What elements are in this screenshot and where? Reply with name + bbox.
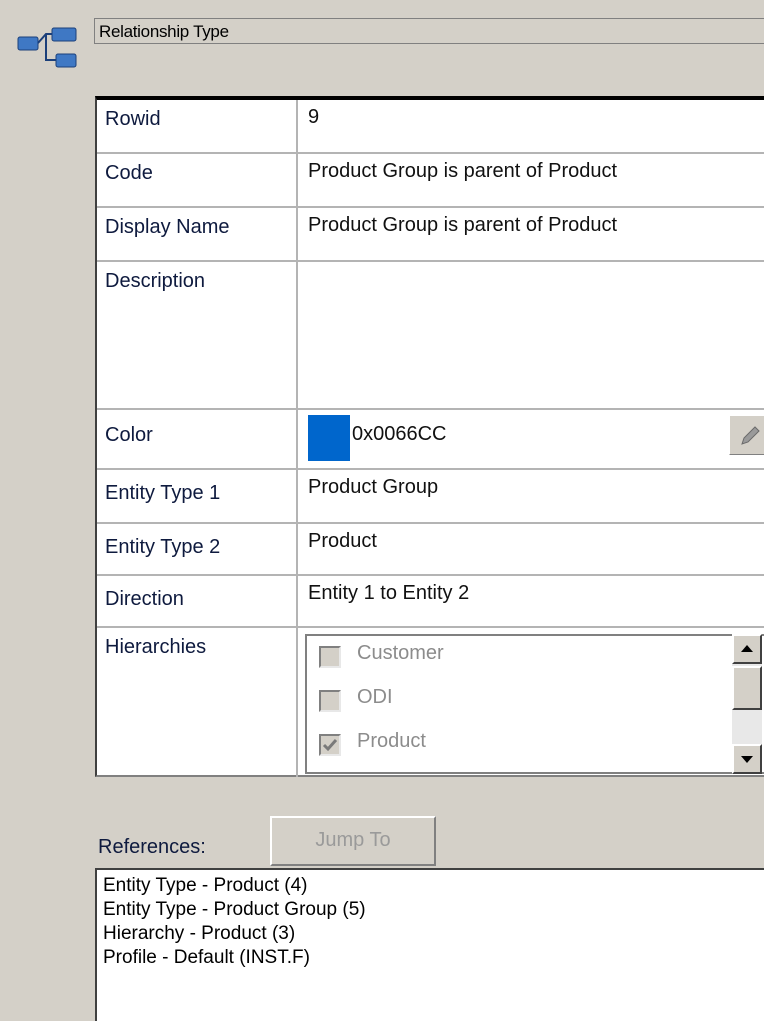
entity-type-1-label: Entity Type 1 — [97, 470, 298, 522]
list-item[interactable]: Entity Type - Product Group (5) — [103, 898, 764, 922]
arrow-down-icon — [741, 756, 753, 763]
display-name-value[interactable]: Product Group is parent of Product — [300, 208, 764, 260]
jump-to-button[interactable]: Jump To — [270, 816, 436, 866]
properties-table: Rowid 9 Code Product Group is parent of … — [95, 96, 764, 777]
hierarchies-label: Hierarchies — [97, 628, 298, 777]
page-title: Relationship Type — [94, 18, 764, 44]
entity-type-1-value[interactable]: Product Group — [300, 470, 764, 522]
code-label: Code — [97, 154, 298, 206]
entity-type-2-label: Entity Type 2 — [97, 524, 298, 574]
hierarchies-cell: Customer ODI Product — [300, 628, 764, 777]
property-row-direction: Direction Entity 1 to Entity 2 — [97, 576, 764, 628]
property-row-hierarchies: Hierarchies Customer ODI Product — [97, 628, 764, 777]
arrow-up-icon — [741, 645, 753, 652]
color-value: 0x0066CC — [352, 423, 447, 445]
pencil-icon — [741, 426, 760, 445]
edit-color-button[interactable] — [729, 415, 764, 455]
property-row-rowid: Rowid 9 — [97, 100, 764, 154]
property-row-color: Color 0x0066CC — [97, 410, 764, 470]
check-mark-icon — [322, 739, 338, 752]
hierarchy-item-label: Product — [357, 730, 426, 752]
rowid-label: Rowid — [97, 100, 298, 152]
checkbox[interactable] — [319, 646, 341, 668]
relationship-icon — [17, 27, 77, 68]
list-item[interactable]: Hierarchy - Product (3) — [103, 922, 764, 946]
list-item[interactable]: Profile - Default (INST.F) — [103, 946, 764, 970]
display-name-label: Display Name — [97, 208, 298, 260]
property-row-entity-type-1: Entity Type 1 Product Group — [97, 470, 764, 524]
color-cell[interactable]: 0x0066CC — [300, 410, 764, 468]
references-label: References: — [98, 836, 206, 858]
references-list[interactable]: Entity Type - Product (4) Entity Type - … — [95, 868, 764, 1021]
color-label: Color — [97, 410, 298, 468]
property-row-display-name: Display Name Product Group is parent of … — [97, 208, 764, 262]
property-row-description: Description — [97, 262, 764, 410]
hierarchy-item-label: ODI — [357, 686, 393, 708]
scroll-up-button[interactable] — [732, 634, 762, 664]
color-swatch[interactable] — [308, 415, 350, 461]
direction-value[interactable]: Entity 1 to Entity 2 — [300, 576, 764, 626]
rowid-value[interactable]: 9 — [300, 100, 764, 152]
entity-type-2-value[interactable]: Product — [300, 524, 764, 574]
direction-label: Direction — [97, 576, 298, 626]
list-item[interactable]: Entity Type - Product (4) — [103, 874, 764, 898]
scroll-down-button[interactable] — [732, 744, 762, 774]
hierarchies-scrollbar[interactable] — [732, 634, 762, 774]
hierarchies-list[interactable]: Customer ODI Product — [305, 634, 764, 774]
scroll-thumb[interactable] — [732, 666, 762, 710]
hierarchy-item-label: Customer — [357, 642, 444, 664]
left-strip — [0, 0, 90, 1021]
checkbox[interactable] — [319, 690, 341, 712]
checkbox[interactable] — [319, 734, 341, 756]
description-label: Description — [97, 262, 298, 408]
property-row-entity-type-2: Entity Type 2 Product — [97, 524, 764, 576]
description-value[interactable] — [300, 262, 764, 408]
property-row-code: Code Product Group is parent of Product — [97, 154, 764, 208]
code-value[interactable]: Product Group is parent of Product — [300, 154, 764, 206]
